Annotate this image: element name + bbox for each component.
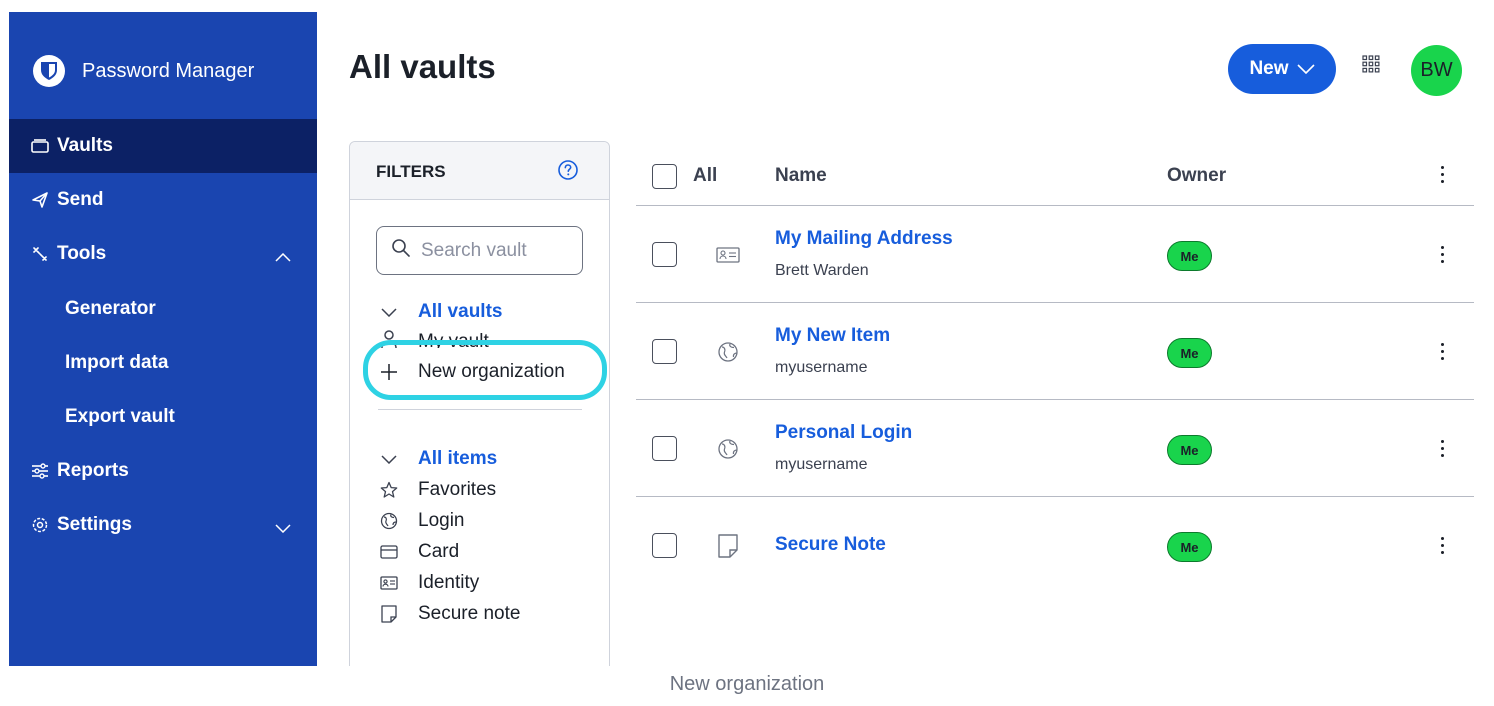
- kebab-menu-icon[interactable]: [1439, 166, 1445, 183]
- item-subtitle: myusername: [775, 359, 868, 376]
- chevron-down-icon: [275, 517, 291, 539]
- chevron-down-icon: [378, 301, 400, 323]
- globe-icon: [378, 510, 400, 532]
- shield-logo-icon: [33, 55, 65, 87]
- filter-label: Identity: [418, 572, 480, 593]
- row-checkbox[interactable]: [652, 436, 677, 461]
- owner-badge: Me: [1167, 532, 1212, 562]
- filter-label: Favorites: [418, 479, 497, 500]
- new-button[interactable]: New: [1228, 44, 1336, 94]
- identity-icon: [378, 572, 400, 594]
- item-name-link[interactable]: Personal Login: [775, 422, 912, 444]
- note-icon: [712, 530, 744, 562]
- brand-name: Password Manager: [82, 59, 255, 82]
- star-icon: [378, 479, 400, 501]
- column-header-owner[interactable]: Owner: [1167, 165, 1226, 187]
- row-checkbox[interactable]: [652, 339, 677, 364]
- owner-badge: Me: [1167, 241, 1212, 271]
- sidebar-item-reports[interactable]: Reports: [9, 444, 317, 498]
- search-icon: [391, 238, 411, 263]
- item-name-link[interactable]: My Mailing Address: [775, 228, 953, 250]
- vault-icon: [31, 137, 49, 155]
- table-row[interactable]: Personal Login myusername Me: [636, 400, 1474, 497]
- table-header: All Name Owner: [636, 148, 1474, 206]
- item-subtitle: Brett Warden: [775, 262, 869, 279]
- highlight-ring: [363, 340, 607, 400]
- send-icon: [31, 191, 49, 209]
- sidebar-item-send[interactable]: Send: [9, 173, 317, 227]
- sidebar-item-label: Export vault: [65, 406, 175, 427]
- filter-all-items[interactable]: All items: [378, 445, 497, 473]
- divider: [378, 409, 582, 410]
- help-icon[interactable]: [557, 159, 579, 186]
- filter-label: Card: [418, 541, 460, 562]
- kebab-menu-icon[interactable]: [1439, 440, 1445, 457]
- sidebar-item-label: Send: [57, 189, 104, 210]
- row-checkbox[interactable]: [652, 533, 677, 558]
- filter-login[interactable]: Login: [378, 507, 465, 535]
- tools-icon: [31, 245, 49, 263]
- chevron-down-icon: [378, 448, 400, 470]
- kebab-menu-icon[interactable]: [1439, 537, 1445, 554]
- sidebar-item-label: Settings: [57, 514, 132, 535]
- screenshot-caption: New organization: [669, 673, 825, 695]
- app-window: Password Manager Vaults Send Tools Gener: [9, 12, 1494, 666]
- search-input[interactable]: [421, 239, 571, 262]
- owner-badge: Me: [1167, 435, 1212, 465]
- table-row[interactable]: Secure Note Me: [636, 497, 1474, 594]
- filter-label: All items: [418, 448, 498, 469]
- sidebar-item-tools[interactable]: Tools: [9, 227, 317, 281]
- sidebar-item-settings[interactable]: Settings: [9, 498, 317, 552]
- sidebar-item-import-data[interactable]: Import data: [9, 336, 317, 390]
- select-all-checkbox[interactable]: [652, 164, 677, 189]
- owner-badge: Me: [1167, 338, 1212, 368]
- filter-label: Login: [418, 510, 465, 531]
- filter-card[interactable]: Card: [378, 538, 459, 566]
- identity-icon: [712, 239, 744, 271]
- new-button-label: New: [1249, 58, 1289, 79]
- table-row[interactable]: My New Item myusername Me: [636, 303, 1474, 400]
- globe-icon: [712, 433, 744, 465]
- sidebar-item-label: Tools: [57, 243, 107, 264]
- column-header-name[interactable]: Name: [775, 165, 827, 187]
- sidebar-item-label: Generator: [65, 298, 156, 319]
- item-subtitle: myusername: [775, 456, 868, 473]
- filters-header: FILTERS: [350, 142, 609, 200]
- filter-label: Secure note: [418, 603, 521, 624]
- row-checkbox[interactable]: [652, 242, 677, 267]
- chevron-up-icon: [275, 246, 291, 268]
- sidebar-item-label: Import data: [65, 352, 169, 373]
- globe-icon: [712, 336, 744, 368]
- sidebar-item-label: Reports: [57, 460, 129, 481]
- item-name-link[interactable]: Secure Note: [775, 534, 886, 556]
- filter-secure-note[interactable]: Secure note: [378, 600, 520, 628]
- brand[interactable]: Password Manager: [33, 55, 254, 87]
- item-name-link[interactable]: My New Item: [775, 325, 890, 347]
- kebab-menu-icon[interactable]: [1439, 343, 1445, 360]
- avatar[interactable]: BW: [1411, 45, 1462, 96]
- note-icon: [378, 603, 400, 625]
- search-field[interactable]: [376, 226, 583, 275]
- page-title: All vaults: [349, 48, 496, 85]
- column-header-all: All: [693, 165, 718, 186]
- filter-favorites[interactable]: Favorites: [378, 476, 496, 504]
- sidebar-item-generator[interactable]: Generator: [9, 282, 317, 336]
- gear-icon: [31, 516, 49, 534]
- sidebar-item-label: Vaults: [57, 135, 113, 156]
- vault-items-table: All Name Owner My Mailing Address Brett …: [636, 148, 1474, 594]
- filters-title: FILTERS: [376, 162, 446, 181]
- card-icon: [378, 541, 400, 563]
- table-row[interactable]: My Mailing Address Brett Warden Me: [636, 206, 1474, 303]
- sidebar-item-export-vault[interactable]: Export vault: [9, 390, 317, 444]
- kebab-menu-icon[interactable]: [1439, 246, 1445, 263]
- apps-grid-icon[interactable]: [1362, 55, 1380, 73]
- sidebar: Password Manager Vaults Send Tools Gener: [9, 12, 317, 666]
- sliders-icon: [31, 462, 49, 480]
- sidebar-item-vaults[interactable]: Vaults: [9, 119, 317, 173]
- chevron-down-icon: [1296, 64, 1315, 74]
- filter-identity[interactable]: Identity: [378, 569, 479, 597]
- filters-panel: FILTERS All vaults My vault: [349, 141, 610, 666]
- filter-all-vaults[interactable]: All vaults: [378, 298, 502, 326]
- filter-label: All vaults: [418, 301, 503, 322]
